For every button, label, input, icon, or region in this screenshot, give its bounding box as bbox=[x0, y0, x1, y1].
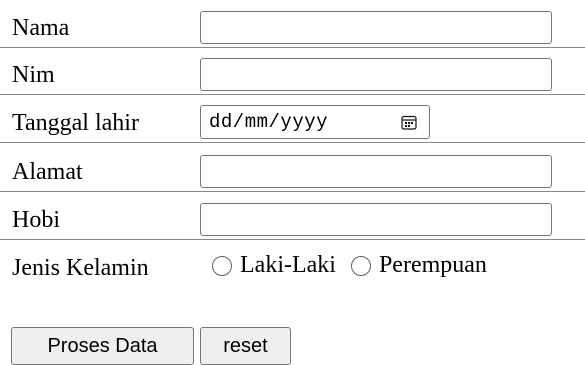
student-form: Nama Nim Tanggal lahir dd/mm/yyyy Alamat… bbox=[0, 0, 585, 365]
row-tanggal-lahir: Tanggal lahir dd/mm/yyyy bbox=[0, 99, 585, 143]
label-nama: Nama bbox=[12, 15, 70, 41]
form-buttons: Proses Data reset bbox=[11, 327, 291, 365]
hobi-input[interactable] bbox=[200, 203, 552, 236]
row-nama: Nama bbox=[0, 4, 585, 48]
gender-radio-group: Laki-Laki Perempuan bbox=[212, 252, 487, 279]
nama-input[interactable] bbox=[200, 11, 552, 44]
label-alamat: Alamat bbox=[12, 159, 83, 185]
radio-perempuan[interactable] bbox=[350, 255, 371, 276]
label-perempuan[interactable]: Perempuan bbox=[379, 252, 487, 279]
date-placeholder: dd/mm/yyyy bbox=[209, 111, 329, 133]
nim-input[interactable] bbox=[200, 58, 552, 91]
calendar-icon[interactable] bbox=[401, 115, 417, 130]
row-jenis-kelamin: Jenis Kelamin Laki-Laki Perempuan bbox=[0, 244, 585, 292]
label-jenis-kelamin: Jenis Kelamin bbox=[12, 255, 149, 281]
alamat-input[interactable] bbox=[200, 155, 552, 188]
proses-data-button[interactable]: Proses Data bbox=[11, 327, 194, 365]
row-hobi: Hobi bbox=[0, 196, 585, 240]
row-alamat: Alamat bbox=[0, 148, 585, 192]
reset-button[interactable]: reset bbox=[200, 327, 291, 365]
label-nim: Nim bbox=[12, 62, 55, 88]
tanggal-lahir-date-input[interactable]: dd/mm/yyyy bbox=[200, 105, 430, 139]
row-nim: Nim bbox=[0, 51, 585, 95]
label-hobi: Hobi bbox=[12, 207, 60, 233]
radio-laki-laki[interactable] bbox=[212, 255, 232, 276]
label-tanggal-lahir: Tanggal lahir bbox=[12, 110, 139, 136]
label-laki-laki[interactable]: Laki-Laki bbox=[240, 252, 336, 279]
